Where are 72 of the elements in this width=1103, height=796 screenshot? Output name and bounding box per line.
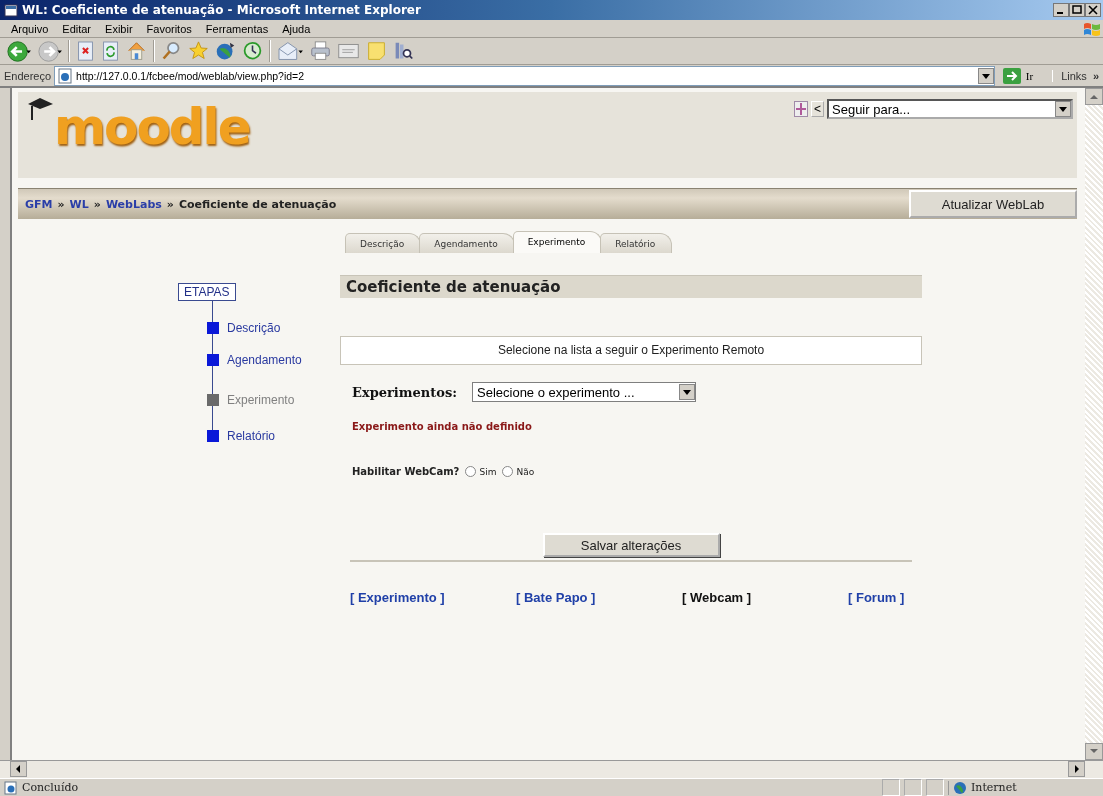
- refresh-icon[interactable]: [101, 39, 120, 63]
- instruction-text: Selecione na lista a seguir o Experimento Remoto: [340, 336, 922, 365]
- experiments-label: Experimentos:: [352, 384, 459, 400]
- breadcrumb-link[interactable]: GFM: [25, 197, 53, 211]
- nav-link[interactable]: [ Experimento ]: [350, 590, 445, 605]
- radio-label[interactable]: Não: [516, 466, 535, 477]
- step-link[interactable]: Agendamento: [227, 353, 302, 367]
- back-button[interactable]: <: [811, 101, 824, 117]
- page-icon: [4, 780, 18, 795]
- links-label[interactable]: Links: [1061, 69, 1087, 82]
- home-icon[interactable]: [126, 39, 147, 63]
- minimize-icon[interactable]: [1053, 3, 1069, 17]
- experiment-select[interactable]: Selecione o experimento ...: [472, 382, 696, 402]
- menu-item[interactable]: Editar: [55, 20, 99, 37]
- radio-button[interactable]: [502, 466, 514, 477]
- scroll-down-icon[interactable]: [1085, 743, 1103, 760]
- step-link[interactable]: Experimento: [227, 393, 295, 407]
- breadcrumb-link[interactable]: WebLabs: [105, 197, 162, 211]
- current-page-label[interactable]: [ Webcam ]: [682, 590, 752, 605]
- breadcrumb-current: Coeficiente de atenuação: [178, 197, 337, 211]
- tab[interactable]: Agendamento: [419, 233, 515, 253]
- menu-item[interactable]: Favoritos: [139, 20, 199, 37]
- app-icon: [4, 3, 18, 17]
- printer-icon[interactable]: [310, 39, 331, 63]
- close-icon[interactable]: [1085, 3, 1101, 17]
- tab[interactable]: Experimento: [512, 231, 603, 253]
- mail-icon[interactable]: [277, 39, 304, 63]
- window-title: WL: Coeficiente de atenuação - Microsoft Internet Explorer: [22, 3, 422, 17]
- status-text: Concluído: [22, 781, 79, 794]
- menu-item[interactable]: Ajuda: [275, 20, 318, 37]
- radio-label[interactable]: Sim: [479, 466, 497, 477]
- webcam-label: Habilitar WebCam?: [352, 466, 460, 477]
- save-button[interactable]: Salvar alterações: [542, 533, 720, 557]
- dropdown-icon[interactable]: [977, 67, 994, 84]
- forward-icon[interactable]: [37, 39, 62, 63]
- maximize-icon[interactable]: [1069, 3, 1085, 17]
- scroll-right-icon[interactable]: [1068, 761, 1085, 777]
- grid-icon[interactable]: [794, 101, 808, 117]
- globe-icon: [953, 780, 967, 795]
- breadcrumb-separator: »: [57, 197, 65, 211]
- dropdown-icon: [1055, 101, 1071, 117]
- zone-label: Internet: [971, 781, 1017, 794]
- more-icon[interactable]: »: [1092, 69, 1099, 82]
- dropdown-icon: [679, 384, 695, 400]
- stop-icon[interactable]: [76, 39, 95, 63]
- page-icon: [57, 67, 74, 84]
- scroll-up-icon[interactable]: [1085, 88, 1103, 105]
- scroll-left-icon[interactable]: [10, 761, 27, 777]
- breadcrumb-link[interactable]: WL: [69, 197, 89, 211]
- tab[interactable]: Relatório: [600, 233, 673, 253]
- address-field[interactable]: http://127.0.0.1/fcbee/mod/weblab/view.php?id=2: [54, 65, 995, 86]
- menu-item[interactable]: Ferramentas: [198, 20, 276, 37]
- step-link[interactable]: Descrição: [227, 321, 281, 335]
- nav-link[interactable]: [ Forum ]: [848, 590, 905, 605]
- back-icon[interactable]: [6, 39, 31, 63]
- breadcrumb-separator: »: [93, 197, 101, 211]
- go-button[interactable]: Ir: [997, 66, 1050, 85]
- tab[interactable]: Descrição: [345, 233, 422, 253]
- section-heading: Coeficiente de atenuação: [340, 275, 922, 298]
- step-link[interactable]: Relatório: [227, 429, 276, 443]
- jump-select[interactable]: Seguir para...: [827, 99, 1073, 119]
- graduation-cap-icon: [26, 96, 54, 122]
- steps-title: ETAPAS: [178, 283, 236, 301]
- error-message: Experimento ainda não definido: [352, 421, 533, 432]
- radio-button[interactable]: [465, 466, 477, 477]
- update-button[interactable]: Atualizar WebLab: [909, 190, 1077, 218]
- nav-link[interactable]: [ Bate Papo ]: [516, 590, 596, 605]
- menu-item[interactable]: Exibir: [98, 20, 140, 37]
- breadcrumb-separator: »: [166, 197, 174, 211]
- menu-item[interactable]: Arquivo: [4, 20, 56, 37]
- address-label: Endereço: [4, 69, 52, 82]
- logo: moodle: [54, 102, 250, 152]
